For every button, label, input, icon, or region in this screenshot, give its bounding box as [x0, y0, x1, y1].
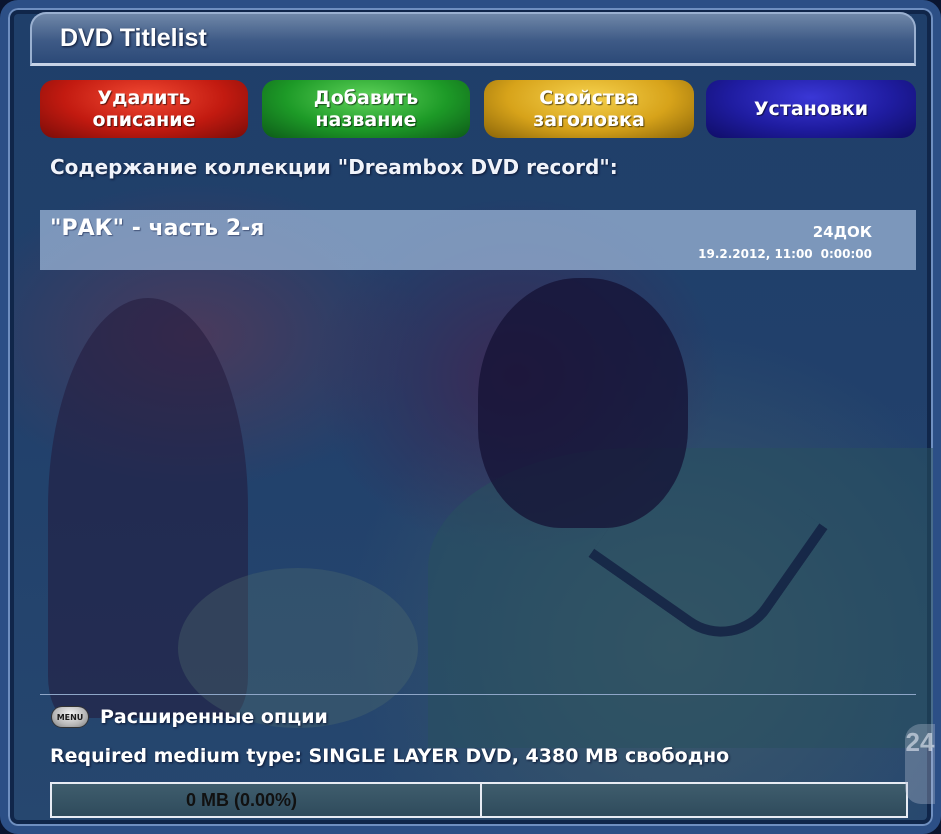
title-datetime: 19.2.2012, 11:00 — [698, 247, 813, 261]
yellow-button-label-line2: заголовка — [533, 109, 645, 131]
bottom-divider — [40, 694, 916, 695]
yellow-button-label-line1: Свойства — [539, 87, 639, 109]
yellow-button-title-properties[interactable]: Свойства заголовка — [484, 80, 694, 138]
title-channel: 24ДОК — [812, 223, 872, 241]
disc-space-used-label: 0 MB (0.00%) — [186, 790, 298, 810]
disc-space-bar-marker — [480, 784, 482, 816]
collection-heading: Содержание коллекции "Dreambox DVD recor… — [50, 155, 618, 179]
green-button-label-line2: название — [315, 109, 417, 131]
advanced-options-menu[interactable]: MENU Расширенные опции — [52, 706, 328, 728]
red-button-label-line2: описание — [92, 109, 196, 131]
title-name: "РАК" - часть 2-я — [50, 216, 265, 241]
title-bar: DVD Titlelist — [30, 12, 916, 66]
blue-button-settings[interactable]: Установки — [706, 80, 916, 138]
green-button-label-line1: Добавить — [313, 87, 419, 109]
red-button-delete-description[interactable]: Удалить описание — [40, 80, 248, 138]
channel-logo-badge: 24 — [905, 724, 935, 804]
required-medium-info: Required medium type: SINGLE LAYER DVD, … — [50, 745, 730, 767]
title-list-item-selected[interactable]: "РАК" - часть 2-я 24ДОК 19.2.2012, 11:00… — [40, 210, 916, 270]
title-duration: 0:00:00 — [820, 247, 872, 261]
menu-key-icon: MENU — [52, 707, 88, 727]
advanced-options-label: Расширенные опции — [100, 706, 328, 728]
green-button-add-title[interactable]: Добавить название — [262, 80, 470, 138]
red-button-label-line1: Удалить — [97, 87, 191, 109]
disc-space-bar: 0 MB (0.00%) — [50, 782, 908, 818]
window-title: DVD Titlelist — [60, 24, 207, 52]
blue-button-label: Установки — [753, 98, 869, 120]
title-list: "РАК" - часть 2-я 24ДОК 19.2.2012, 11:00… — [40, 210, 916, 690]
title-date-duration: 19.2.2012, 11:00 0:00:00 — [698, 247, 872, 261]
